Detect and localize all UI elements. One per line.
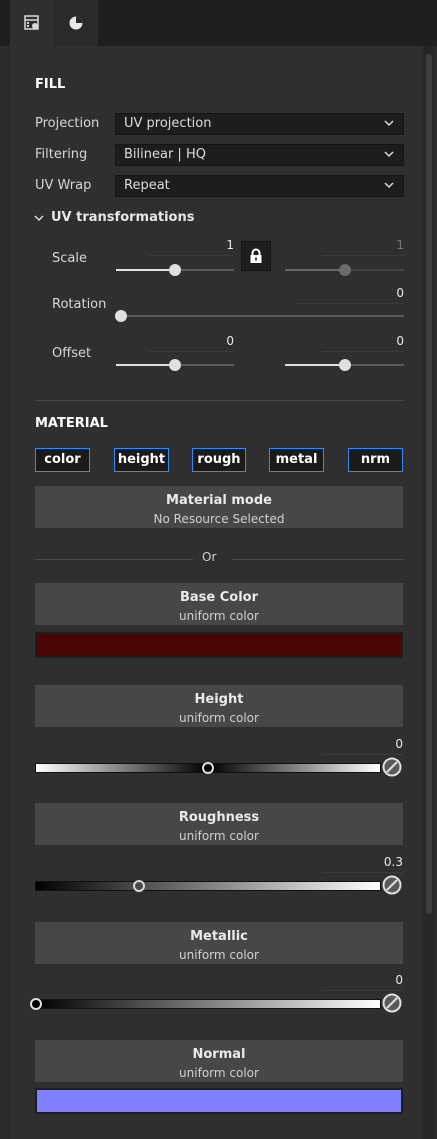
scale-label: Scale — [52, 251, 87, 266]
channel-chips: color height rough metal nrm — [35, 448, 403, 472]
scale-slider-right[interactable] — [285, 264, 404, 276]
height-slider-knob[interactable] — [202, 762, 214, 774]
scrollbar-thumb[interactable] — [426, 54, 432, 914]
scale-lock-button[interactable] — [241, 241, 271, 271]
normal-title: Normal — [192, 1047, 246, 1062]
normal-subtitle: uniform color — [179, 1066, 259, 1080]
chevron-down-icon — [384, 151, 394, 158]
rotation-value[interactable]: 0 — [296, 286, 404, 304]
height-value[interactable]: 0 — [323, 737, 403, 755]
projection-value: UV projection — [124, 116, 212, 131]
color-picker-icon[interactable] — [382, 993, 402, 1013]
or-divider-right — [232, 559, 403, 560]
scale-slider-left[interactable] — [116, 264, 234, 276]
color-picker-icon[interactable] — [382, 757, 402, 777]
or-label: Or — [202, 550, 217, 564]
roughness-subtitle: uniform color — [179, 829, 259, 843]
height-subtitle: uniform color — [179, 711, 259, 725]
projection-label: Projection — [35, 116, 100, 131]
material-mode-button[interactable]: Material mode No Resource Selected — [35, 486, 403, 528]
material-mode-title: Material mode — [166, 493, 272, 508]
normal-button[interactable]: Normal uniform color — [35, 1040, 403, 1082]
uv-wrap-value: Repeat — [124, 178, 170, 193]
layer-properties-icon — [24, 15, 39, 30]
scale-slider-right-knob[interactable] — [338, 264, 351, 276]
metallic-button[interactable]: Metallic uniform color — [35, 922, 403, 964]
metallic-value[interactable]: 0 — [323, 973, 403, 991]
chevron-down-icon — [384, 120, 394, 127]
chevron-down-icon — [34, 215, 44, 222]
material-section-title: MATERIAL — [35, 416, 108, 431]
scale-slider-left-knob[interactable] — [169, 264, 181, 276]
metallic-subtitle: uniform color — [179, 948, 259, 962]
normal-color-swatch[interactable] — [35, 1088, 403, 1114]
uv-wrap-label: UV Wrap — [35, 178, 92, 193]
section-divider — [35, 400, 403, 401]
scale-slider-right-fill — [285, 269, 345, 271]
offset-slider-right-knob[interactable] — [338, 359, 351, 371]
channel-chip-metal[interactable]: metal — [269, 448, 324, 472]
rotation-label: Rotation — [52, 297, 107, 312]
filtering-label: Filtering — [35, 147, 88, 162]
metallic-gradient-slider[interactable] — [30, 998, 381, 1010]
tab-layer-properties[interactable] — [10, 0, 54, 46]
offset-slider-left-fill — [116, 364, 175, 366]
scale-value-left[interactable]: 1 — [150, 238, 234, 256]
roughness-value[interactable]: 0.3 — [323, 855, 403, 873]
uv-transformations-toggle[interactable]: UV transformations — [33, 208, 233, 228]
height-gradient-slider[interactable] — [35, 762, 381, 774]
tab-bar — [0, 0, 437, 46]
lock-icon — [250, 248, 262, 263]
offset-label: Offset — [52, 346, 92, 361]
rotation-slider[interactable] — [115, 310, 404, 322]
roughness-title: Roughness — [178, 810, 260, 825]
offset-slider-left-knob[interactable] — [169, 359, 181, 371]
chevron-down-icon — [384, 182, 394, 189]
offset-slider-left[interactable] — [116, 359, 234, 371]
offset-value-left[interactable]: 0 — [150, 334, 234, 352]
base-color-title: Base Color — [179, 590, 259, 605]
rotation-slider-knob[interactable] — [115, 310, 127, 322]
offset-slider-right-fill — [285, 364, 345, 366]
scrollbar[interactable] — [424, 46, 434, 1139]
metallic-slider-knob[interactable] — [30, 998, 42, 1010]
tab-material[interactable] — [54, 0, 98, 46]
roughness-gradient-slider[interactable] — [35, 880, 381, 892]
or-divider-left — [35, 559, 193, 560]
height-button[interactable]: Height uniform color — [35, 685, 403, 727]
projection-select[interactable]: UV projection — [115, 113, 404, 135]
height-title: Height — [194, 692, 244, 707]
offset-value-right[interactable]: 0 — [322, 334, 404, 352]
base-color-button[interactable]: Base Color uniform color — [35, 583, 403, 625]
base-color-swatch[interactable] — [35, 632, 403, 658]
uv-wrap-select[interactable]: Repeat — [115, 175, 404, 197]
scale-value-right[interactable]: 1 — [322, 238, 404, 256]
scale-slider-left-fill — [116, 269, 175, 271]
channel-chip-color[interactable]: color — [35, 448, 90, 472]
channel-chip-height[interactable]: height — [114, 448, 169, 472]
metallic-title: Metallic — [190, 929, 248, 944]
channel-chip-rough[interactable]: rough — [192, 448, 246, 472]
roughness-slider-knob[interactable] — [133, 880, 146, 892]
filtering-select[interactable]: Bilinear | HQ — [115, 144, 404, 166]
fill-section-title: FILL — [35, 77, 66, 92]
offset-slider-right[interactable] — [285, 359, 404, 371]
channel-chip-nrm[interactable]: nrm — [348, 448, 403, 472]
uv-transformations-title: UV transformations — [51, 210, 195, 225]
material-mode-subtitle: No Resource Selected — [153, 512, 285, 526]
color-picker-icon[interactable] — [382, 875, 402, 895]
material-ball-icon — [69, 16, 83, 30]
filtering-value: Bilinear | HQ — [124, 147, 206, 162]
base-color-subtitle: uniform color — [179, 609, 259, 623]
roughness-button[interactable]: Roughness uniform color — [35, 803, 403, 845]
